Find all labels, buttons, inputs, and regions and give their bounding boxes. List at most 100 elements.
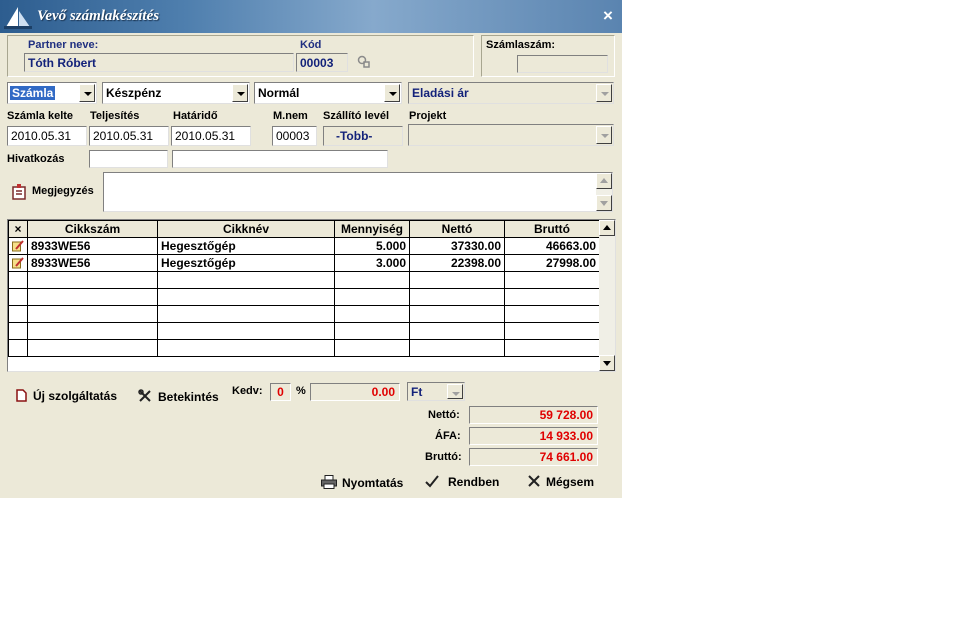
chevron-down-icon[interactable] [596, 84, 612, 102]
row-quantity[interactable]: 3.000 [334, 254, 410, 272]
delete-column-icon[interactable]: × [8, 220, 28, 238]
invoice-window: Vevő számlakészítés × Partner neve: Tóth… [0, 0, 622, 498]
row-code[interactable]: 8933WE56 [27, 237, 158, 255]
row-net[interactable]: 37330.00 [409, 237, 505, 255]
check-icon [425, 475, 439, 488]
chevron-down-icon[interactable] [384, 84, 400, 102]
gross-total-label: Bruttó: [425, 451, 462, 463]
project-select[interactable] [408, 124, 614, 146]
row-gross[interactable]: 27998.00 [504, 254, 600, 272]
partner-name-label: Partner neve: [28, 39, 99, 51]
due-date-field[interactable]: 2010.05.31 [171, 126, 251, 146]
column-header-quantity[interactable]: Mennyiség [334, 220, 410, 238]
document-icon [16, 389, 27, 402]
row-name[interactable]: Hegesztőgép [157, 237, 335, 255]
new-service-button[interactable]: Új szolgáltatás [16, 389, 117, 403]
unit-field[interactable]: 00003 [272, 126, 317, 146]
unit-label: M.nem [273, 110, 308, 122]
preview-label: Betekintés [158, 390, 219, 404]
code-label: Kód [300, 39, 322, 51]
chevron-down-icon[interactable] [232, 84, 248, 102]
items-grid[interactable]: × Cikkszám Cikknév Mennyiség Nettó Brutt… [7, 219, 616, 372]
empty-row[interactable] [8, 305, 600, 323]
grid-scrollbar[interactable] [599, 220, 615, 371]
currency-select[interactable]: Ft [407, 382, 465, 401]
note-scrollbar[interactable] [596, 173, 612, 211]
ok-label: Rendben [448, 475, 500, 489]
column-header-gross[interactable]: Bruttó [504, 220, 600, 238]
reference-field-1[interactable] [89, 150, 168, 168]
row-edit-icon[interactable] [12, 256, 24, 269]
invoice-mode-value: Normál [258, 86, 300, 100]
row-name[interactable]: Hegesztőgép [157, 254, 335, 272]
payment-method-select[interactable]: Készpénz [102, 82, 250, 104]
row-edit-icon[interactable] [12, 239, 24, 252]
empty-row[interactable] [8, 271, 600, 289]
vat-total-value: 14 933.00 [469, 427, 598, 445]
row-edit-cell[interactable] [8, 237, 28, 255]
scroll-down-icon[interactable] [596, 195, 612, 211]
currency-value: Ft [411, 385, 423, 399]
preview-button[interactable]: Betekintés [138, 389, 219, 404]
vat-total-label: ÁFA: [435, 430, 461, 442]
payment-method-value: Készpénz [106, 86, 162, 100]
window-title: Vevő számlakészítés [37, 8, 160, 24]
invoice-number-label: Számlaszám: [486, 39, 556, 51]
empty-row[interactable] [8, 288, 600, 306]
table-header-row: × Cikkszám Cikknév Mennyiség Nettó Brutt… [8, 220, 600, 238]
column-header-name[interactable]: Cikknév [157, 220, 335, 238]
print-label: Nyomtatás [342, 476, 404, 490]
new-service-label: Új szolgáltatás [33, 389, 118, 403]
note-icon[interactable] [12, 184, 28, 200]
chevron-down-icon[interactable] [447, 384, 463, 399]
due-date-label: Határidő [173, 110, 218, 122]
scroll-down-icon[interactable] [599, 355, 615, 371]
partner-name-field[interactable]: Tóth Róbert [24, 53, 294, 72]
ok-button[interactable]: Rendben [425, 475, 499, 489]
close-icon[interactable]: × [598, 6, 618, 26]
chevron-down-icon[interactable] [596, 126, 612, 144]
partner-code-field[interactable]: 00003 [296, 53, 348, 72]
column-header-code[interactable]: Cikkszám [27, 220, 158, 238]
row-edit-cell[interactable] [8, 254, 28, 272]
cancel-button[interactable]: Mégsem [528, 475, 594, 489]
invoice-number-field[interactable] [517, 55, 608, 73]
scroll-up-icon[interactable] [596, 173, 612, 189]
chevron-down-icon[interactable] [79, 84, 95, 102]
empty-row[interactable] [8, 339, 600, 357]
net-total-value: 59 728.00 [469, 406, 598, 424]
project-label: Projekt [409, 110, 447, 122]
print-button[interactable]: Nyomtatás [321, 475, 403, 490]
price-type-select[interactable]: Eladási ár [408, 82, 614, 104]
discount-amount-field[interactable]: 0.00 [310, 383, 400, 401]
price-type-value: Eladási ár [412, 86, 469, 100]
issue-date-field[interactable]: 2010.05.31 [7, 126, 87, 146]
net-total-label: Nettó: [428, 409, 460, 421]
items-table: × Cikkszám Cikknév Mennyiség Nettó Brutt… [8, 220, 600, 357]
fulfilment-date-label: Teljesítés [90, 110, 140, 122]
discount-percent-field[interactable]: 0 [270, 383, 291, 401]
percent-sign: % [296, 385, 306, 397]
row-code[interactable]: 8933WE56 [27, 254, 158, 272]
document-type-value: Számla [10, 86, 56, 100]
gross-total-value: 74 661.00 [469, 448, 598, 466]
invoice-mode-select[interactable]: Normál [254, 82, 402, 104]
table-row[interactable]: 8933WE56 Hegesztőgép 5.000 37330.00 4666… [8, 237, 600, 255]
column-header-net[interactable]: Nettó [409, 220, 505, 238]
document-type-select[interactable]: Számla [7, 82, 97, 104]
cancel-label: Mégsem [546, 475, 595, 489]
cross-icon [528, 475, 540, 487]
scroll-up-icon[interactable] [599, 220, 615, 236]
fulfilment-date-field[interactable]: 2010.05.31 [89, 126, 169, 146]
row-quantity[interactable]: 5.000 [334, 237, 410, 255]
table-row[interactable]: 8933WE56 Hegesztőgép 3.000 22398.00 2799… [8, 254, 600, 272]
delivery-note-field[interactable]: -Tobb- [323, 126, 403, 146]
link-icon[interactable] [357, 55, 371, 69]
row-net[interactable]: 22398.00 [409, 254, 505, 272]
delivery-note-label: Szállító levél [323, 110, 390, 122]
reference-field-2[interactable] [172, 150, 388, 168]
row-gross[interactable]: 46663.00 [504, 237, 600, 255]
empty-row[interactable] [8, 322, 600, 340]
app-logo-icon [4, 7, 32, 29]
note-textarea[interactable] [103, 172, 613, 212]
